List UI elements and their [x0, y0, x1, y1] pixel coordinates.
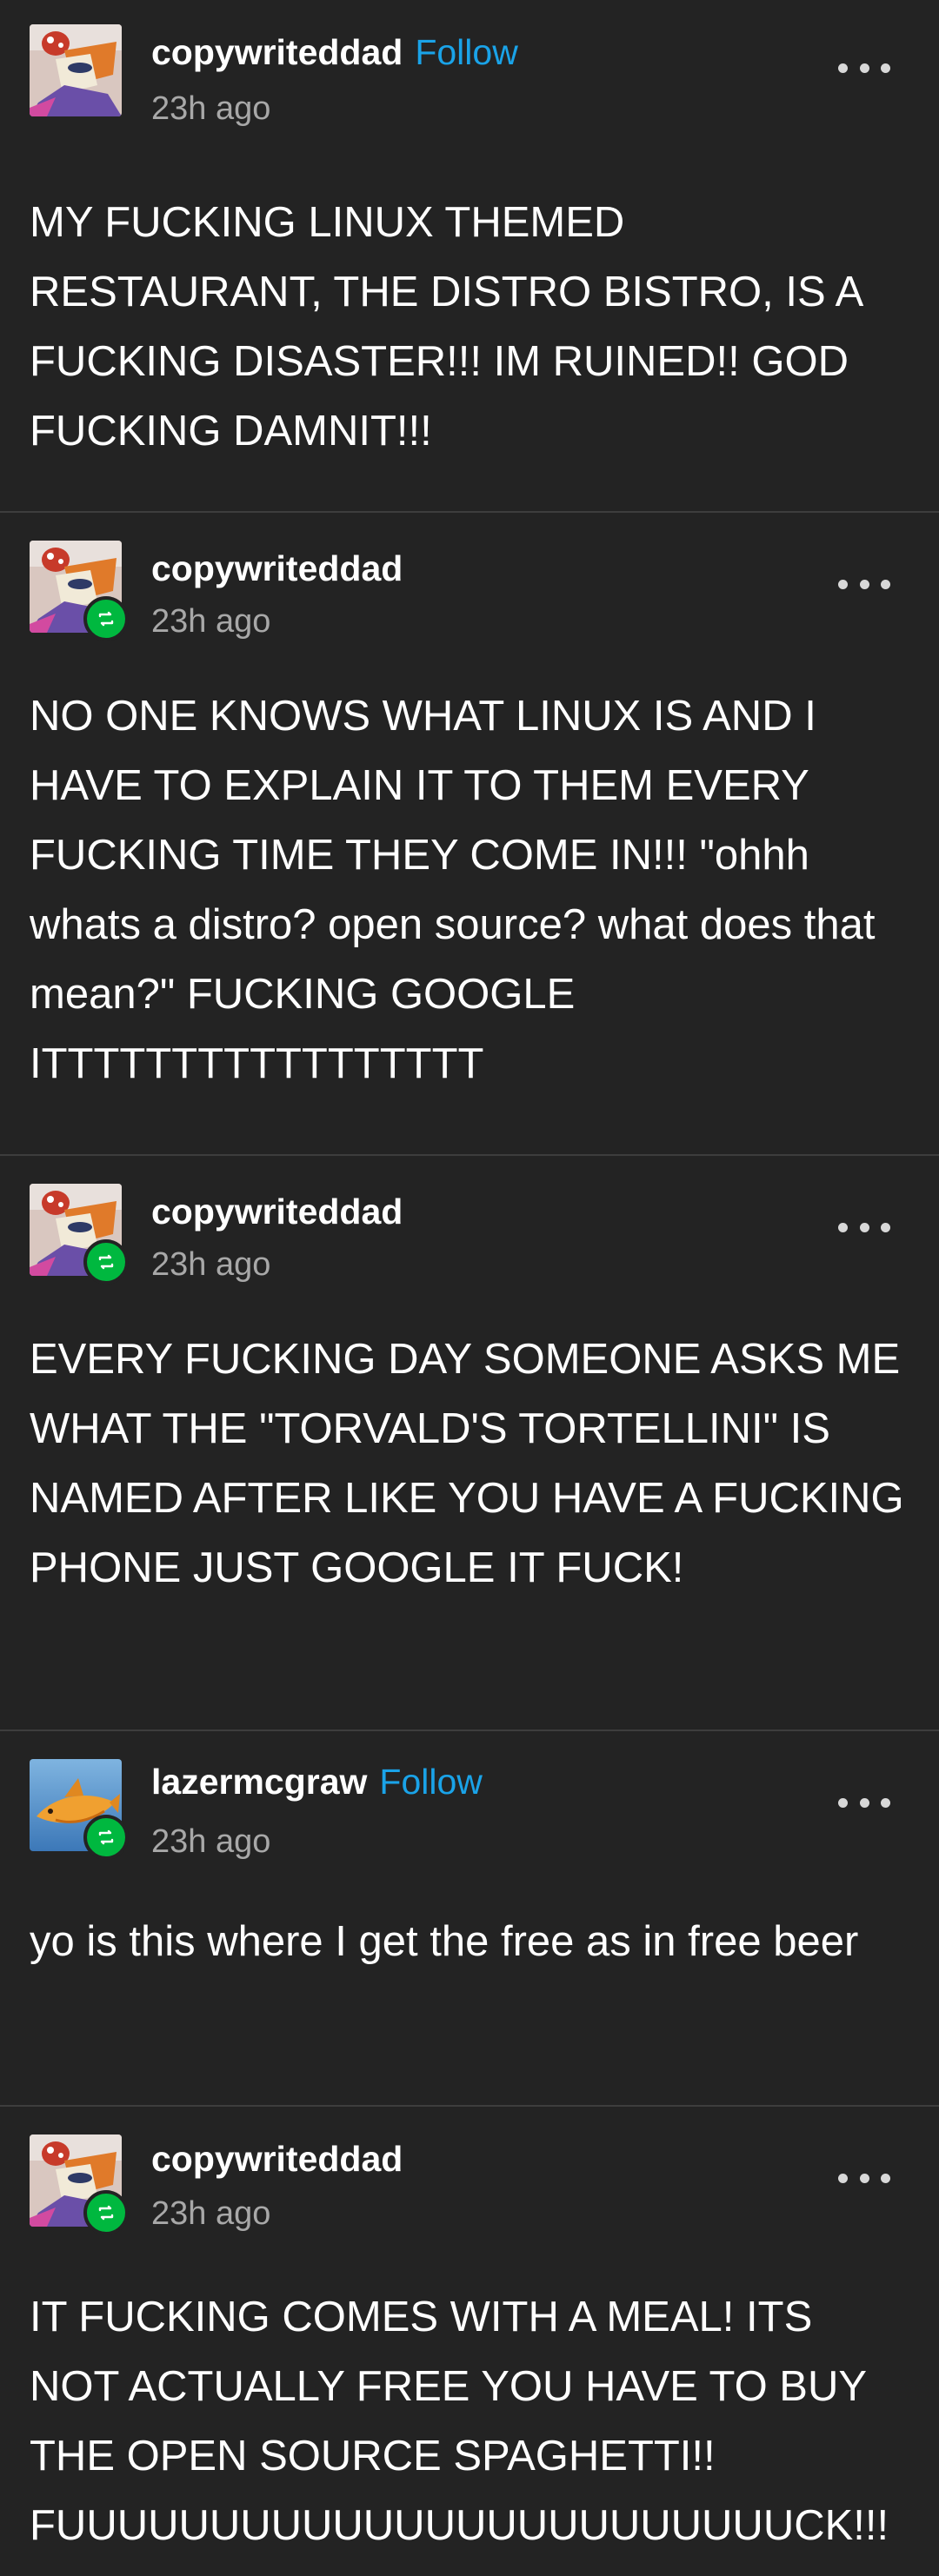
post-text: NO ONE KNOWS WHAT LINUX IS AND I HAVE TO… — [30, 693, 876, 1087]
anime-character-avatar-icon — [30, 24, 122, 116]
post-text: EVERY FUCKING DAY SOMEONE ASKS ME WHAT T… — [30, 1336, 904, 1591]
avatar[interactable] — [30, 24, 122, 116]
post-author: copywriteddad Follow — [151, 30, 518, 75]
reblog-icon — [83, 596, 129, 641]
username-link[interactable]: lazermcgraw — [151, 1762, 367, 1802]
post-timestamp: 23h ago — [151, 1823, 271, 1860]
post-text: MY FUCKING LINUX THEMED RESTAURANT, THE … — [30, 199, 862, 455]
post-author: lazermcgraw Follow — [151, 1759, 483, 1804]
post-author: copywriteddad — [151, 2136, 415, 2181]
post-timestamp: 23h ago — [151, 2195, 271, 2232]
follow-button[interactable]: Follow — [379, 1762, 482, 1802]
post-author: copywriteddad — [151, 1189, 415, 1234]
post-header: copywriteddad 23h ago — [0, 2107, 939, 2237]
follow-button[interactable]: Follow — [415, 32, 517, 72]
username-link[interactable]: copywriteddad — [151, 548, 403, 588]
post-text: yo is this where I get the free as in fr… — [30, 1918, 859, 1965]
post-timestamp: 23h ago — [151, 1246, 271, 1283]
avatar[interactable] — [30, 541, 129, 641]
post-timestamp: 23h ago — [151, 603, 271, 640]
reblog-icon — [83, 2190, 129, 2235]
username-link[interactable]: copywriteddad — [151, 2139, 403, 2179]
thread-post: copywriteddad 23h ago NO ONE KNOWS WHAT … — [0, 513, 939, 1156]
more-options-icon[interactable] — [838, 570, 890, 598]
avatar[interactable] — [30, 1184, 129, 1285]
more-options-icon[interactable] — [838, 1213, 890, 1241]
more-options-icon[interactable] — [838, 2164, 890, 2192]
thread-post: copywriteddad Follow 23h ago MY FUCKING L… — [0, 0, 939, 513]
username-link[interactable]: copywriteddad — [151, 1192, 403, 1232]
avatar[interactable] — [30, 2134, 129, 2235]
more-options-icon[interactable] — [838, 54, 890, 82]
more-options-icon[interactable] — [838, 1789, 890, 1816]
reblog-thread: copywriteddad Follow 23h ago MY FUCKING L… — [0, 0, 939, 2576]
post-timestamp: 23h ago — [151, 90, 271, 127]
thread-post: copywriteddad 23h ago IT FUCKING COMES W… — [0, 2107, 939, 2576]
post-header: copywriteddad 23h ago — [0, 513, 939, 643]
thread-post: lazermcgraw Follow 23h ago yo is this whe… — [0, 1731, 939, 2107]
post-text: IT FUCKING COMES WITH A MEAL! ITS NOT AC… — [30, 2294, 889, 2549]
thread-post: copywriteddad 23h ago EVERY FUCKING DAY … — [0, 1156, 939, 1731]
post-header: lazermcgraw Follow 23h ago — [0, 1731, 939, 1862]
avatar[interactable] — [30, 1759, 129, 1860]
reblog-icon — [83, 1815, 129, 1860]
reblog-icon — [83, 1239, 129, 1285]
post-header: copywriteddad Follow 23h ago — [0, 0, 939, 130]
post-header: copywriteddad 23h ago — [0, 1156, 939, 1286]
post-author: copywriteddad — [151, 546, 415, 591]
username-link[interactable]: copywriteddad — [151, 32, 403, 72]
